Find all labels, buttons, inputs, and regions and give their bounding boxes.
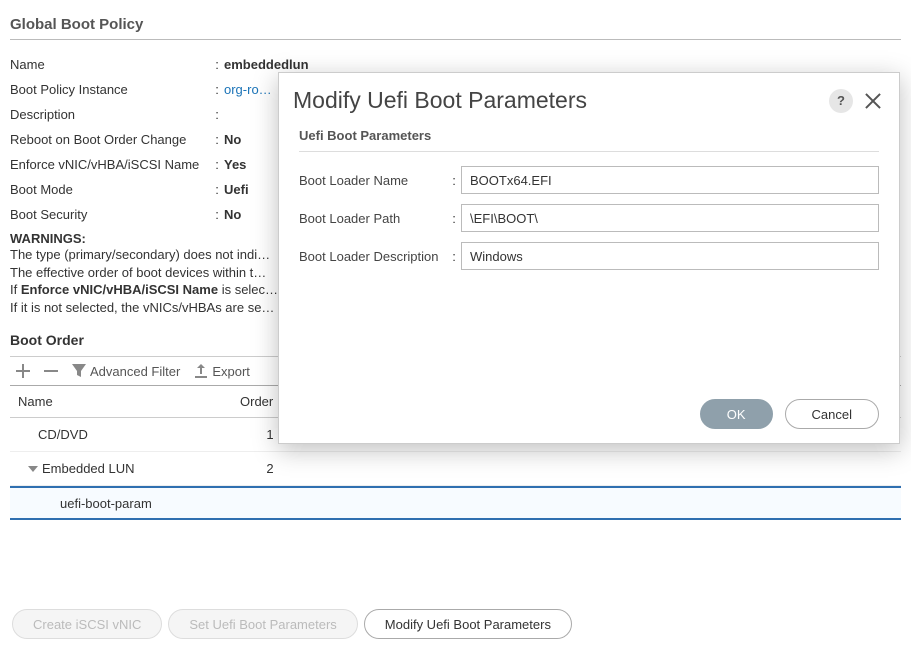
filter-icon bbox=[72, 364, 86, 378]
bottom-button-bar: Create iSCSI vNIC Set Uefi Boot Paramete… bbox=[12, 609, 572, 639]
row-order: 2 bbox=[240, 461, 300, 476]
colon: : bbox=[210, 207, 224, 222]
cancel-button[interactable]: Cancel bbox=[785, 399, 879, 429]
table-row-selected[interactable]: uefi-boot-param bbox=[10, 486, 901, 520]
prop-enforce-label: Enforce vNIC/vHBA/iSCSI Name bbox=[10, 157, 210, 172]
modal-title: Modify Uefi Boot Parameters bbox=[293, 87, 587, 114]
colon: : bbox=[210, 107, 224, 122]
loader-path-label: Boot Loader Path bbox=[299, 211, 447, 226]
col-name[interactable]: Name bbox=[10, 394, 240, 409]
warning-text: is selec… bbox=[218, 282, 278, 297]
modal-subtitle: Uefi Boot Parameters bbox=[299, 128, 879, 152]
row-name: Embedded LUN bbox=[42, 461, 135, 476]
colon: : bbox=[210, 182, 224, 197]
colon: : bbox=[210, 157, 224, 172]
page-title: Global Boot Policy bbox=[10, 10, 901, 40]
create-iscsi-vnic-button: Create iSCSI vNIC bbox=[12, 609, 162, 639]
prop-name-label: Name bbox=[10, 57, 210, 72]
loader-path-input[interactable] bbox=[461, 204, 879, 232]
set-uefi-params-button: Set Uefi Boot Parameters bbox=[168, 609, 357, 639]
loader-desc-label: Boot Loader Description bbox=[299, 249, 447, 264]
warning-text-bold: Enforce vNIC/vHBA/iSCSI Name bbox=[21, 282, 218, 297]
modify-uefi-params-button[interactable]: Modify Uefi Boot Parameters bbox=[364, 609, 572, 639]
colon: : bbox=[447, 173, 461, 188]
advanced-filter-label: Advanced Filter bbox=[90, 364, 180, 379]
colon: : bbox=[447, 211, 461, 226]
prop-desc-label: Description bbox=[10, 107, 210, 122]
help-icon[interactable]: ? bbox=[829, 89, 853, 113]
export-label: Export bbox=[212, 364, 250, 379]
colon: : bbox=[210, 132, 224, 147]
modify-uefi-modal: Modify Uefi Boot Parameters ? Uefi Boot … bbox=[278, 72, 900, 444]
prop-reboot-label: Reboot on Boot Order Change bbox=[10, 132, 210, 147]
prop-instance-label: Boot Policy Instance bbox=[10, 82, 210, 97]
plus-icon bbox=[16, 364, 30, 378]
loader-name-input[interactable] bbox=[461, 166, 879, 194]
minus-icon bbox=[44, 364, 58, 378]
prop-security-label: Boot Security bbox=[10, 207, 210, 222]
add-button[interactable] bbox=[16, 364, 30, 378]
remove-button[interactable] bbox=[44, 364, 58, 378]
loader-desc-input[interactable] bbox=[461, 242, 879, 270]
close-icon[interactable] bbox=[863, 91, 883, 111]
export-icon bbox=[194, 364, 208, 378]
warning-text: If bbox=[10, 282, 21, 297]
colon: : bbox=[210, 57, 224, 72]
ok-button[interactable]: OK bbox=[700, 399, 773, 429]
colon: : bbox=[210, 82, 224, 97]
advanced-filter-button[interactable]: Advanced Filter bbox=[72, 364, 180, 379]
row-name: uefi-boot-param bbox=[60, 496, 152, 511]
colon: : bbox=[447, 249, 461, 264]
prop-name-value: embeddedlun bbox=[224, 57, 901, 72]
table-row[interactable]: Embedded LUN 2 bbox=[10, 452, 901, 486]
caret-down-icon[interactable] bbox=[28, 466, 38, 472]
loader-name-label: Boot Loader Name bbox=[299, 173, 447, 188]
row-name: CD/DVD bbox=[38, 427, 88, 442]
prop-mode-label: Boot Mode bbox=[10, 182, 210, 197]
export-button[interactable]: Export bbox=[194, 364, 250, 379]
